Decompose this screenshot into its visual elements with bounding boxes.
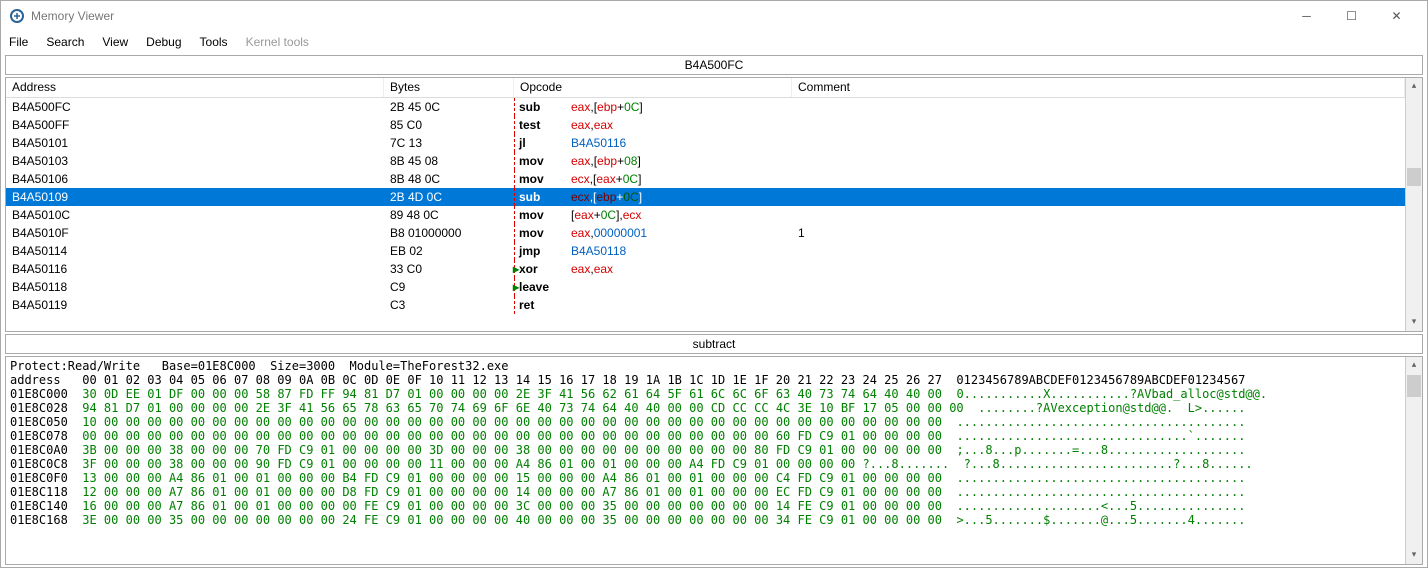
- scrollbar-thumb[interactable]: [1407, 168, 1421, 186]
- hex-scrollbar[interactable]: ▴ ▾: [1405, 357, 1422, 564]
- scrollbar-thumb[interactable]: [1407, 375, 1421, 397]
- disasm-row[interactable]: B4A50114EB 02jmpB4A50118: [6, 242, 1405, 260]
- disasm-row[interactable]: B4A501092B 4D 0Csubecx,[ebp+0C]: [6, 188, 1405, 206]
- disasm-row[interactable]: B4A50119C3ret: [6, 296, 1405, 314]
- menu-search[interactable]: Search: [46, 35, 84, 49]
- disasm-row[interactable]: B4A5010C89 48 0Cmov[eax+0C],ecx: [6, 206, 1405, 224]
- hex-panel: Protect:Read/Write Base=01E8C000 Size=30…: [5, 356, 1423, 565]
- scroll-down-icon[interactable]: ▾: [1406, 314, 1422, 331]
- menu-tools[interactable]: Tools: [200, 35, 228, 49]
- disasm-row[interactable]: B4A500FF85 C0testeax,eax: [6, 116, 1405, 134]
- disassembly-panel: Address Bytes Opcode Comment B4A500FC2B …: [5, 77, 1423, 332]
- disassembly-rows[interactable]: B4A500FC2B 45 0Csubeax,[ebp+0C]B4A500FF8…: [6, 98, 1405, 314]
- scroll-up-icon[interactable]: ▴: [1406, 78, 1422, 95]
- col-bytes[interactable]: Bytes: [384, 78, 514, 97]
- disasm-row[interactable]: B4A501068B 48 0Cmovecx,[eax+0C]: [6, 170, 1405, 188]
- window-controls: ─ ☐ ✕: [1284, 1, 1419, 31]
- scrollbar-vertical[interactable]: ▴ ▾: [1405, 78, 1422, 331]
- disassembly-header: Address Bytes Opcode Comment: [6, 78, 1405, 98]
- menu-debug[interactable]: Debug: [146, 35, 181, 49]
- disasm-row[interactable]: B4A500FC2B 45 0Csubeax,[ebp+0C]: [6, 98, 1405, 116]
- hex-dump[interactable]: Protect:Read/Write Base=01E8C000 Size=30…: [6, 357, 1405, 564]
- app-icon: [9, 8, 25, 24]
- disasm-row[interactable]: B4A5010FB8 01000000moveax,000000011: [6, 224, 1405, 242]
- disasm-row[interactable]: B4A501017C 13jlB4A50116: [6, 134, 1405, 152]
- maximize-button[interactable]: ☐: [1329, 1, 1374, 31]
- window-title: Memory Viewer: [31, 9, 114, 23]
- col-comment[interactable]: Comment: [792, 78, 1405, 97]
- close-button[interactable]: ✕: [1374, 1, 1419, 31]
- disasm-row[interactable]: B4A50118C9▸leave: [6, 278, 1405, 296]
- menu-file[interactable]: File: [9, 35, 28, 49]
- instruction-hint: subtract: [5, 334, 1423, 354]
- scroll-down-icon[interactable]: ▾: [1406, 547, 1422, 564]
- address-bar[interactable]: B4A500FC: [5, 55, 1423, 75]
- menu-view[interactable]: View: [102, 35, 128, 49]
- minimize-button[interactable]: ─: [1284, 1, 1329, 31]
- title-bar: Memory Viewer ─ ☐ ✕: [1, 1, 1427, 31]
- col-address[interactable]: Address: [6, 78, 384, 97]
- disasm-row[interactable]: B4A5011633 C0▸xoreax,eax: [6, 260, 1405, 278]
- col-opcode[interactable]: Opcode: [514, 78, 792, 97]
- menu-kernel-tools[interactable]: Kernel tools: [246, 35, 309, 49]
- menu-bar: File Search View Debug Tools Kernel tool…: [1, 31, 1427, 53]
- disasm-row[interactable]: B4A501038B 45 08moveax,[ebp+08]: [6, 152, 1405, 170]
- scroll-up-icon[interactable]: ▴: [1406, 357, 1422, 374]
